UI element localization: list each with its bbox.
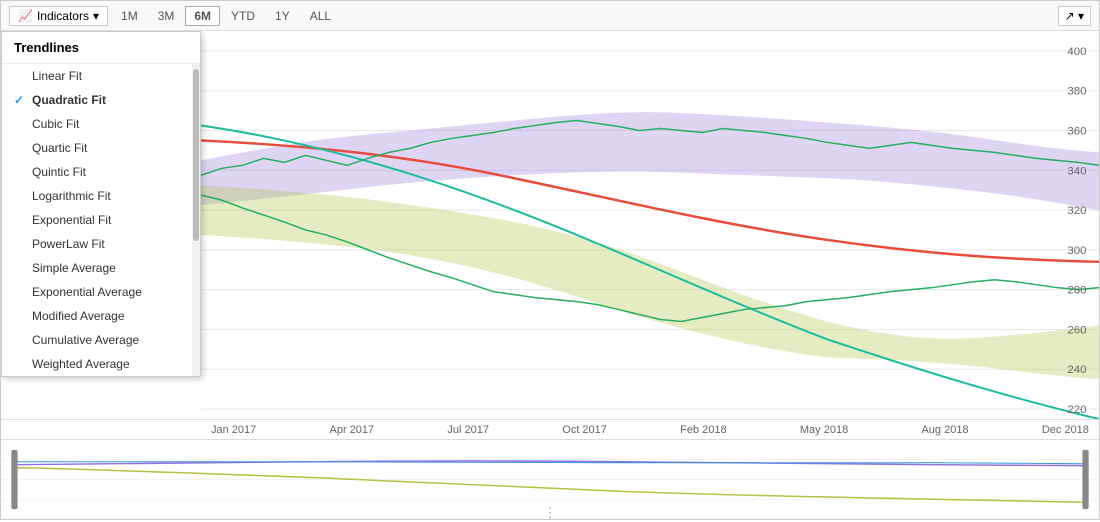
indicators-label: Indicators — [37, 9, 89, 23]
toolbar-right: ↗ ▾ — [1058, 6, 1091, 26]
y-label-240: 240 — [1067, 364, 1086, 376]
y-label-220: 220 — [1067, 404, 1086, 416]
x-label-may2018: May 2018 — [800, 424, 848, 436]
nav-handle-right[interactable] — [1082, 450, 1088, 509]
y-label-300: 300 — [1067, 245, 1086, 257]
time-btn-6m[interactable]: 6M — [185, 6, 220, 26]
x-label-apr2017: Apr 2017 — [330, 424, 375, 436]
dropdown-item-cubic-fit[interactable]: Cubic Fit — [2, 112, 200, 136]
y-label-260: 260 — [1067, 325, 1086, 337]
dropdown-item-cumulative-average[interactable]: Cumulative Average — [2, 328, 200, 352]
nav-yellow-line — [17, 468, 1084, 503]
indicators-button[interactable]: 📈 Indicators ▾ — [9, 6, 108, 26]
x-label-jul2017: Jul 2017 — [447, 424, 489, 436]
time-btn-3m[interactable]: 3M — [149, 6, 184, 26]
scrollbar-thumb — [193, 69, 199, 241]
dropdown-label-exponential-average: Exponential Average — [32, 285, 142, 299]
dropdown-label-linear-fit: Linear Fit — [32, 69, 82, 83]
dropdown-arrow-icon: ▾ — [93, 9, 99, 23]
x-axis: Jan 2017 Apr 2017 Jul 2017 Oct 2017 Feb … — [1, 419, 1099, 439]
chart-area: Trendlines Linear Fit ✓ Quadratic Fit Cu… — [1, 31, 1099, 419]
dropdown-item-exponential-fit[interactable]: Exponential Fit — [2, 208, 200, 232]
dropdown-label-quartic-fit: Quartic Fit — [32, 141, 87, 155]
dropdown-item-weighted-average[interactable]: Weighted Average — [2, 352, 200, 376]
nav-handle-left[interactable] — [11, 450, 17, 509]
navigator: ⋮ — [1, 439, 1099, 519]
dropdown-item-quadratic-fit[interactable]: ✓ Quadratic Fit — [2, 88, 200, 112]
x-label-dec2018: Dec 2018 — [1042, 424, 1089, 436]
dropdown-label-simple-average: Simple Average — [32, 261, 116, 275]
time-btn-1m[interactable]: 1M — [112, 6, 147, 26]
dropdown-item-modified-average[interactable]: Modified Average — [2, 304, 200, 328]
dropdown-label-logarithmic-fit: Logarithmic Fit — [32, 189, 111, 203]
dropdown-label-cumulative-average: Cumulative Average — [32, 333, 139, 347]
dropdown-label-quadratic-fit: Quadratic Fit — [32, 93, 106, 107]
x-label-aug2018: Aug 2018 — [921, 424, 968, 436]
dropdown-item-logarithmic-fit[interactable]: Logarithmic Fit — [2, 184, 200, 208]
dropdown-header: Trendlines — [2, 32, 200, 64]
y-label-380: 380 — [1067, 86, 1086, 98]
dropdown-scrollbar[interactable] — [192, 64, 200, 376]
chart-svg-wrapper: 400 380 360 340 320 300 280 260 240 220 — [201, 31, 1099, 419]
dropdown-item-exponential-average[interactable]: Exponential Average — [2, 280, 200, 304]
chart-type-button[interactable]: ↗ ▾ — [1058, 6, 1091, 26]
y-label-360: 360 — [1067, 126, 1086, 138]
x-label-feb2018: Feb 2018 — [680, 424, 726, 436]
yellow-band — [201, 185, 1099, 379]
x-axis-labels: Jan 2017 Apr 2017 Jul 2017 Oct 2017 Feb … — [201, 420, 1099, 439]
dropdown-label-powerlaw-fit: PowerLaw Fit — [32, 237, 105, 251]
main-chart: 400 380 360 340 320 300 280 260 240 220 — [201, 31, 1099, 419]
y-label-320: 320 — [1067, 205, 1086, 217]
x-label-jan2017: Jan 2017 — [211, 424, 256, 436]
dropdown-label-cubic-fit: Cubic Fit — [32, 117, 79, 131]
dropdown-menu: Trendlines Linear Fit ✓ Quadratic Fit Cu… — [1, 31, 201, 377]
chart-icon: 📈 — [18, 9, 33, 23]
dropdown-item-powerlaw-fit[interactable]: PowerLaw Fit — [2, 232, 200, 256]
time-btn-1y[interactable]: 1Y — [266, 6, 299, 26]
dropdown-item-quintic-fit[interactable]: Quintic Fit — [2, 160, 200, 184]
dropdown-label-exponential-fit: Exponential Fit — [32, 213, 111, 227]
dropdown-item-simple-average[interactable]: Simple Average — [2, 256, 200, 280]
dropdown-label-weighted-average: Weighted Average — [32, 357, 130, 371]
dropdown-item-quartic-fit[interactable]: Quartic Fit — [2, 136, 200, 160]
time-btn-all[interactable]: ALL — [301, 6, 340, 26]
dropdown-label-quintic-fit: Quintic Fit — [32, 165, 86, 179]
navigator-svg: ⋮ — [1, 440, 1099, 519]
check-icon-quadratic: ✓ — [14, 93, 26, 107]
purple-band-upper — [201, 112, 1099, 210]
x-label-oct2017: Oct 2017 — [562, 424, 607, 436]
y-label-400: 400 — [1067, 46, 1086, 58]
nav-resize-handle[interactable]: ⋮ — [543, 505, 557, 519]
time-buttons: 1M 3M 6M YTD 1Y ALL — [112, 6, 340, 26]
main-container: 📈 Indicators ▾ 1M 3M 6M YTD 1Y ALL ↗ ▾ T… — [0, 0, 1100, 520]
toolbar: 📈 Indicators ▾ 1M 3M 6M YTD 1Y ALL ↗ ▾ — [1, 1, 1099, 31]
time-btn-ytd[interactable]: YTD — [222, 6, 264, 26]
y-label-280: 280 — [1067, 285, 1086, 297]
dropdown-label-modified-average: Modified Average — [32, 309, 125, 323]
dropdown-item-linear-fit[interactable]: Linear Fit — [2, 64, 200, 88]
y-label-340: 340 — [1067, 165, 1086, 177]
